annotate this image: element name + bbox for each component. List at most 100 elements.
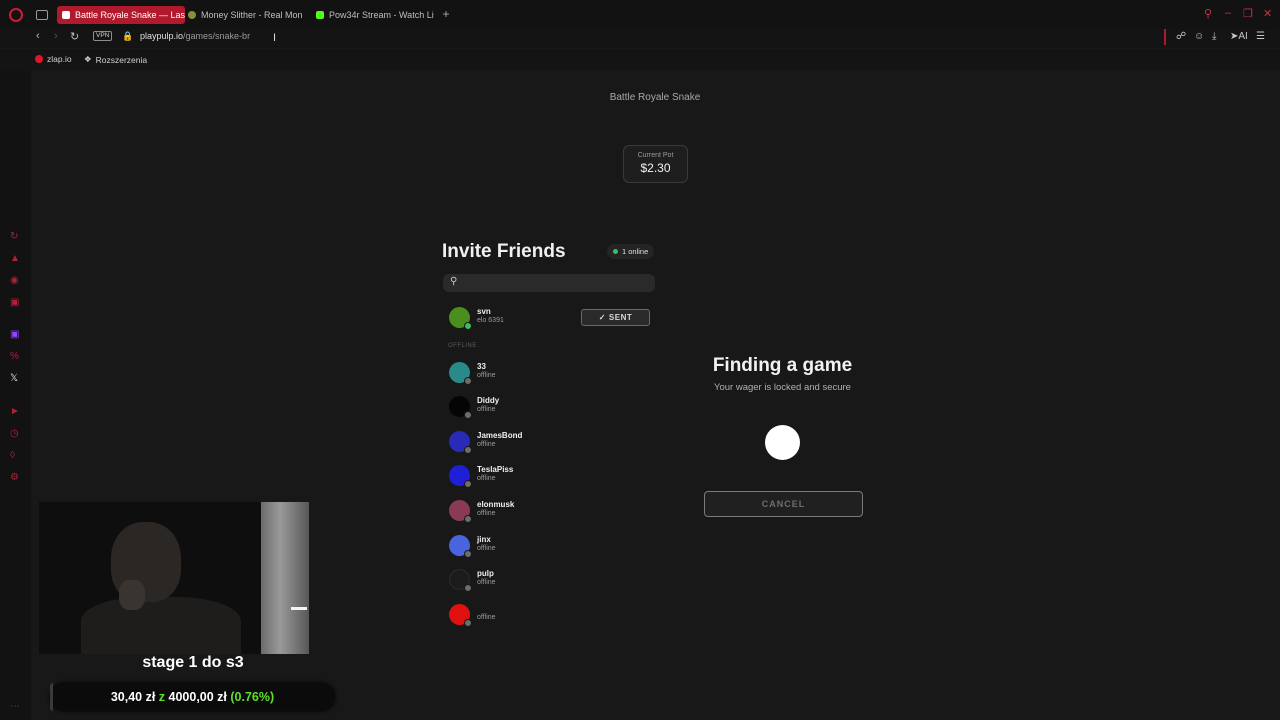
progress-percent: (0.76%) [230,690,275,704]
sidebar-twitch-icon[interactable]: ▣ [10,329,19,340]
goal-progress-bar: 30,40 zł z 4000,00 zł (0.76%) [50,683,335,711]
friend-status: offline [477,406,496,413]
forward-arrow-icon[interactable]: › [54,30,58,42]
text-cursor-icon: I [273,32,277,44]
search-tabs-icon[interactable]: ⚲ [1204,7,1212,20]
minimize-window-icon[interactable]: – [1225,7,1231,19]
sidebar-settings-icon[interactable]: ⚙ [10,472,19,483]
friend-row-elonmusk[interactable]: elonmusk offline [448,499,668,523]
sidebar-history-icon[interactable]: ◷ [10,428,19,439]
offline-status-icon [464,411,472,419]
wager-locked-text: Your wager is locked and secure [714,382,851,393]
online-count-badge: 1 online [607,244,655,259]
tab-battle-royale-snake[interactable]: Battle Royale Snake — Last [57,6,185,24]
progress-text: 30,40 zł z 4000,00 zł (0.76%) [50,683,335,711]
puzzle-icon: ❖ [84,54,92,64]
url-path: /games/snake-br [183,31,251,41]
sidebar-percent-icon[interactable]: % [10,351,19,362]
sidebar-mail-icon[interactable]: ▣ [10,297,19,308]
offline-status-icon [464,584,472,592]
friend-row-teslapiss[interactable]: TeslaPiss offline [448,464,668,488]
invite-sent-button[interactable]: ✓ SENT [581,309,650,326]
friend-name: TeslaPiss [477,465,514,474]
kick-favicon-icon [316,11,324,19]
sidebar-aria-icon[interactable]: ↻ [10,231,18,242]
bookmark-zlap[interactable]: zlap.io [35,54,72,64]
friend-name: elonmusk [477,500,515,509]
bookmark-extensions[interactable]: ❖ Rozszerzenia [84,54,147,65]
offline-status-icon [464,480,472,488]
friend-row-unnamed[interactable]: offline [448,603,668,627]
tab-label: Pow34r Stream - Watch Liv [329,10,434,20]
offline-status-icon [464,550,472,558]
invite-friends-heading: Invite Friends [442,241,566,262]
sent-label: SENT [608,313,633,322]
online-count: 1 online [622,247,649,256]
friend-status: offline [477,372,496,379]
sidebar-shopping-icon[interactable]: ▲ [10,253,20,264]
streamer-body [81,597,241,654]
friend-name: Diddy [477,396,500,405]
shield-favicon-icon [188,11,196,19]
friend-name: JamesBond [477,431,523,440]
profile-icon[interactable]: ☺ [1194,31,1204,42]
extensions-icon[interactable]: ☍ [1176,31,1186,42]
back-arrow-icon[interactable]: ‹ [36,30,40,42]
progress-current: 30,40 zł [110,690,156,704]
friend-status: offline [477,475,496,482]
url-host: playpulp.io [140,31,184,41]
sidebar-messenger-icon[interactable]: ◉ [10,275,19,286]
friend-row-pulp[interactable]: pulp offline [448,568,668,592]
sidebar-more-icon[interactable]: ⋯ [10,701,20,712]
menu-icon[interactable]: ☰ [1256,31,1265,42]
sidebar-player-icon[interactable]: ► [10,406,20,417]
online-dot-icon [613,249,618,254]
download-icon[interactable]: ⤓ [1212,31,1216,42]
offline-status-icon [464,377,472,385]
aria-ai-button[interactable]: ➤AI [1230,31,1248,42]
streamer-hand [119,580,145,610]
lock-icon[interactable]: 🔒 [122,31,133,42]
friend-row-jamesbond[interactable]: JamesBond offline [448,430,668,454]
toolbar-divider [1164,29,1166,45]
friend-name: svn [477,307,491,316]
friend-status: offline [477,579,496,586]
cancel-button[interactable]: CANCEL [704,491,863,517]
friend-row-diddy[interactable]: Diddy offline [448,395,668,419]
restore-window-icon[interactable]: ❐ [1243,7,1253,20]
opera-logo-icon[interactable] [9,8,23,22]
friend-name: jinx [477,535,491,544]
checkmark-icon: ✓ [598,313,606,322]
background-door [261,502,309,654]
offline-status-icon [464,619,472,627]
pot-label: Current Pot [637,152,674,159]
offline-section-label: OFFLINE [448,343,477,349]
new-tab-button[interactable]: + [440,8,452,20]
url-field[interactable]: playpulp.io/games/snake-br [140,31,250,41]
friend-status: offline [477,510,496,517]
stage-caption: stage 1 do s3 [142,654,244,671]
vpn-badge[interactable]: VPN [93,31,113,41]
page-title: Battle Royale Snake [609,92,701,103]
tab-overview-icon[interactable] [36,10,48,20]
light-strip [291,607,307,610]
friend-elo: elo 6391 [477,317,504,324]
friend-row-33[interactable]: 33 offline [448,361,668,385]
loading-spinner-icon [765,425,800,460]
friend-search-input[interactable]: ⚲ [443,274,655,292]
friend-name: pulp [477,569,494,578]
progress-goal: 4000,00 zł [168,690,227,704]
page-favicon-icon [62,11,70,19]
reload-icon[interactable]: ↻ [70,30,79,43]
tab-pow34r-stream[interactable]: Pow34r Stream - Watch Liv [316,6,434,24]
friend-status: offline [477,441,496,448]
finding-game-heading: Finding a game [712,355,853,376]
close-window-icon[interactable]: ✕ [1263,7,1272,20]
bookmark-label: zlap.io [47,54,72,64]
sidebar-x-icon[interactable]: 𝕏 [10,373,18,384]
webcam-overlay [39,502,309,654]
sidebar-pinboard-icon[interactable]: ◊ [10,450,15,461]
tab-money-slither[interactable]: Money Slither - Real Mone [188,6,302,24]
search-icon: ⚲ [450,276,458,287]
friend-row-jinx[interactable]: jinx offline [448,534,668,558]
